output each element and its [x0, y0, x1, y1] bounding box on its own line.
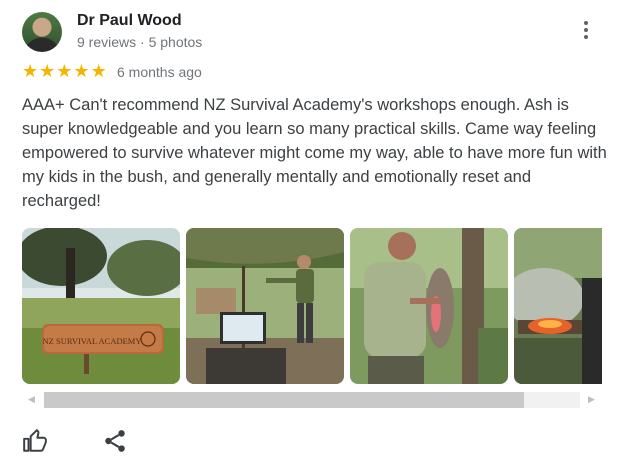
- review-photo-fire[interactable]: [514, 228, 602, 384]
- star-icon: ★: [22, 61, 39, 81]
- reviewer-avatar[interactable]: [22, 12, 62, 52]
- scroll-left-icon[interactable]: ◀: [28, 394, 35, 405]
- scroll-right-icon[interactable]: ▶: [588, 394, 595, 405]
- star-icon: ★: [90, 61, 107, 81]
- review-photo-possum[interactable]: [350, 228, 508, 384]
- review-photo-instructor[interactable]: [186, 228, 344, 384]
- review-photo-sign[interactable]: NZ SURVIVAL ACADEMY: [22, 228, 180, 384]
- star-rating: ★ ★ ★ ★ ★: [22, 60, 107, 82]
- review-age: 6 months ago: [117, 64, 202, 80]
- reviewer-name[interactable]: Dr Paul Wood: [77, 12, 182, 30]
- photo-carousel: NZ SURVIVAL ACADEMY: [22, 228, 602, 385]
- star-icon: ★: [73, 61, 90, 81]
- star-icon: ★: [39, 61, 56, 81]
- reviewer-stats: 9 reviews · 5 photos: [77, 34, 203, 50]
- thumbs-up-icon[interactable]: [22, 428, 48, 454]
- carousel-scroll-thumb[interactable]: [44, 392, 524, 408]
- star-icon: ★: [56, 61, 73, 81]
- sign-text: NZ SURVIVAL ACADEMY: [43, 336, 142, 346]
- share-icon[interactable]: [102, 428, 128, 454]
- more-options-icon[interactable]: [576, 18, 596, 48]
- review-text: AAA+ Can't recommend NZ Survival Academy…: [22, 96, 607, 210]
